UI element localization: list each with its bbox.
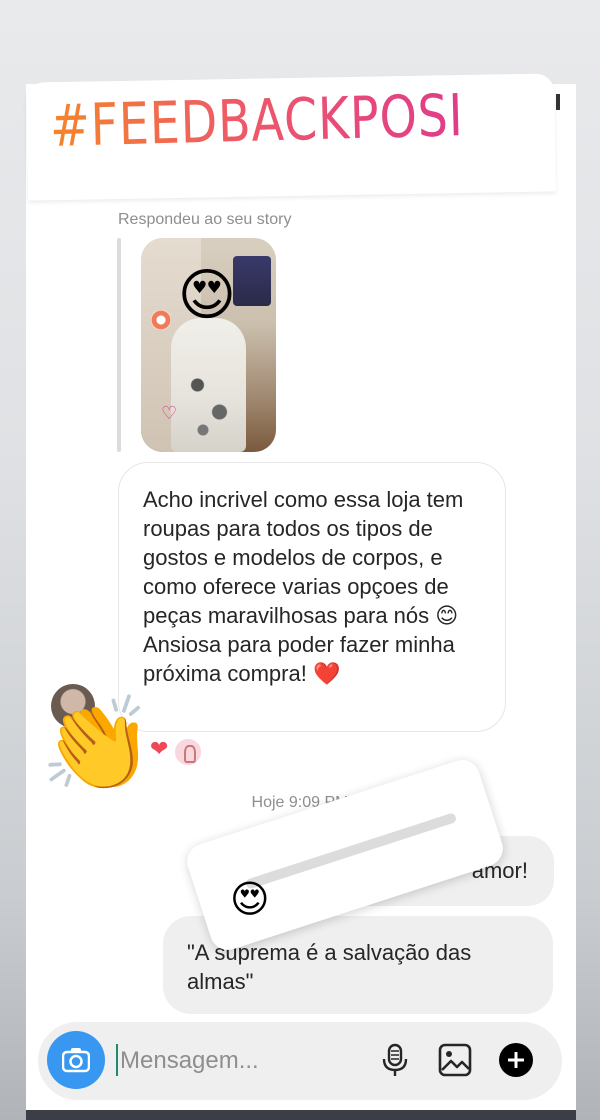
camera-icon <box>62 1048 90 1073</box>
heart-hands-icon: ♡ <box>161 403 178 423</box>
heart-eyes-sticker: 😍 <box>177 263 237 326</box>
story-reply-line <box>117 238 121 452</box>
thumbnail-dress-pattern <box>181 358 236 448</box>
reaction-heart-icon[interactable]: ❤ <box>150 736 168 762</box>
microphone-icon[interactable] <box>377 1042 413 1078</box>
slider-emoji-icon: 😍 <box>230 879 270 921</box>
timestamp: Hoje 9:09 PM <box>251 794 349 811</box>
received-message-bubble[interactable]: Acho incrivel como essa loja tem roupas … <box>118 462 506 732</box>
add-icon[interactable] <box>498 1042 534 1078</box>
slider-track <box>244 812 458 890</box>
story-reply-label: Respondeu ao seu story <box>118 211 292 228</box>
story-ring-icon <box>151 310 171 330</box>
thumbnail-frame <box>233 256 271 306</box>
gallery-icon[interactable] <box>437 1042 473 1078</box>
received-message-text: Acho incrivel como essa loja tem roupas … <box>143 487 464 686</box>
message-input[interactable] <box>120 1044 370 1078</box>
hashtag-text: #FEEDBACKPOSITIVO <box>49 78 580 160</box>
clapping-hands-sticker: 👏 <box>40 694 155 796</box>
reaction-avatar[interactable] <box>173 737 203 767</box>
camera-button[interactable] <box>47 1031 105 1089</box>
bottom-bar <box>26 1110 576 1120</box>
text-cursor <box>116 1044 118 1076</box>
